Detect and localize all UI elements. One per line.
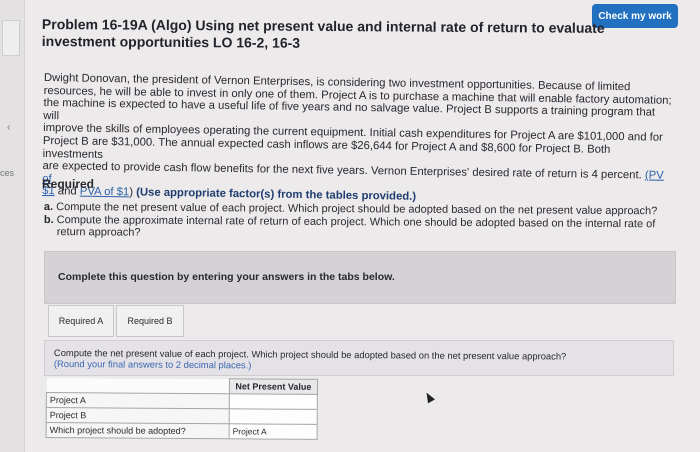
row-label: Project A: [46, 392, 230, 409]
required-item-b: b. Compute the approximate internal rate…: [44, 213, 674, 242]
answer-table: Net Present Value Project A Project B Wh…: [46, 377, 318, 440]
required-heading: Required: [42, 177, 95, 191]
problem-title: Problem 16-19A (Algo) Using net present …: [41, 16, 605, 51]
table-row: Which project should be adopted? Project…: [46, 422, 318, 440]
row-label: Which project should be adopted?: [46, 422, 230, 439]
row-label: Project B: [46, 407, 230, 424]
item-letter: b.: [43, 213, 54, 226]
table-header-npv: Net Present Value: [229, 378, 318, 395]
problem-description: Dwight Donovan, the president of Vernon …: [42, 72, 674, 208]
complete-banner-text: Complete this question by entering your …: [58, 271, 395, 283]
table-header-blank: [46, 377, 230, 394]
instruction-text: Compute the net present value of each pr…: [54, 347, 664, 373]
npv-project-b-input[interactable]: [229, 408, 318, 425]
rail-tab[interactable]: [2, 20, 20, 56]
item-letter: a.: [43, 201, 54, 214]
chevron-left-icon[interactable]: ‹: [7, 122, 10, 133]
left-rail: ‹ ces: [0, 0, 25, 452]
mouse-cursor-icon: [423, 390, 435, 404]
rail-snippet: ces: [0, 168, 15, 178]
tab-bar: Required A Required B: [46, 305, 676, 337]
tab-required-a[interactable]: Required A: [48, 305, 114, 337]
required-list: a. Compute the net present value of each…: [44, 201, 674, 243]
project-adopted-select[interactable]: Project A: [229, 423, 318, 440]
npv-project-a-input[interactable]: [229, 393, 318, 410]
tab-required-b[interactable]: Required B: [116, 305, 184, 337]
